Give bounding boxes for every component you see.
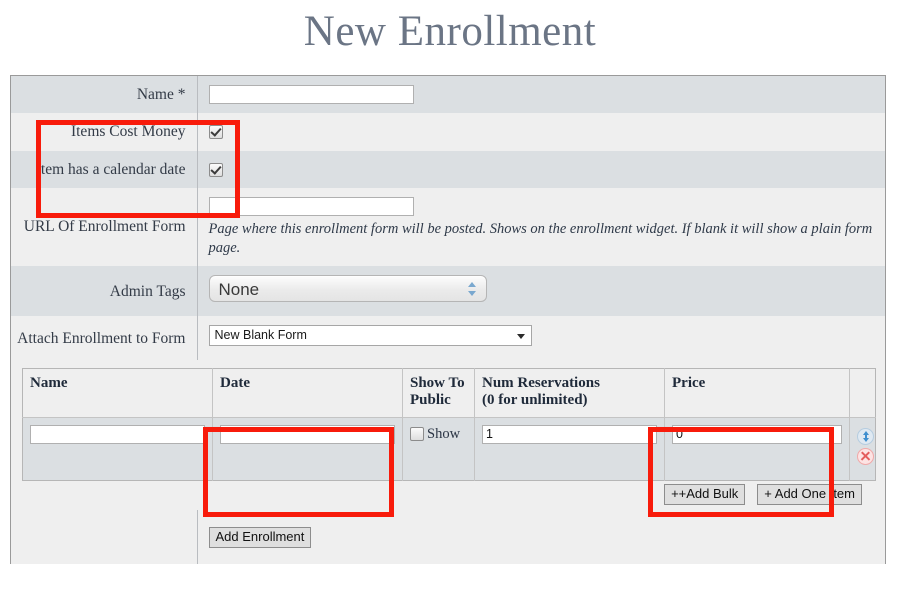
label-name: Name * <box>11 76 198 114</box>
form-row-calendar-date: Item has a calendar date <box>11 150 885 189</box>
table-row: Show <box>22 416 876 481</box>
item-name-input[interactable] <box>30 424 205 444</box>
items-cost-money-checkbox[interactable] <box>208 125 223 140</box>
enrollment-form-panel: Name * Items Cost Money Item has a calen… <box>10 75 886 565</box>
item-cell-num-reservations <box>474 416 665 481</box>
attach-form-selected-value: New Blank Form <box>214 328 307 343</box>
add-bulk-button[interactable]: ++Add Bulk <box>664 483 746 505</box>
items-header-actions <box>849 368 876 418</box>
move-item-icon[interactable] <box>857 427 874 445</box>
field-submit: Add Enrollment <box>197 510 885 564</box>
admin-tags-select[interactable]: None <box>208 275 487 303</box>
label-calendar-date: Item has a calendar date <box>11 150 198 189</box>
field-items-cost-money <box>197 113 885 150</box>
field-name <box>197 76 885 113</box>
enrollment-form-table: Name * Items Cost Money Item has a calen… <box>11 76 885 565</box>
page-title: New Enrollment <box>303 8 597 55</box>
item-cell-show: Show <box>402 416 475 481</box>
items-header-name: Name <box>22 368 213 418</box>
item-cell-name <box>22 416 213 481</box>
form-row-admin-tags: Admin Tags None <box>11 266 885 317</box>
item-cell-price <box>664 416 850 481</box>
item-date-input[interactable] <box>220 424 395 444</box>
item-cell-date <box>212 416 403 481</box>
label-attach-form: Attach Enrollment to Form <box>11 316 198 361</box>
item-cell-actions <box>849 416 876 481</box>
items-table: Name Date Show To Public Num Reservation… <box>22 368 876 481</box>
items-header-date: Date <box>212 368 403 418</box>
field-attach-form: New Blank Form <box>197 316 885 360</box>
item-show-label: Show <box>427 425 461 442</box>
field-url: Page where this enrollment form will be … <box>197 188 885 266</box>
form-row-items-table: Name Date Show To Public Num Reservation… <box>11 360 885 511</box>
add-one-item-button[interactable]: + Add One Item <box>757 483 862 505</box>
items-header-price: Price <box>664 368 850 418</box>
item-num-reservations-input[interactable] <box>482 424 657 444</box>
name-input[interactable] <box>208 85 414 105</box>
items-header-num-line1: Num Reservations <box>482 375 600 392</box>
add-enrollment-button[interactable]: Add Enrollment <box>208 526 312 548</box>
url-helper-text: Page where this enrollment form will be … <box>208 221 873 256</box>
items-header-show-to-public: Show To Public <box>402 368 475 418</box>
calendar-date-checkbox[interactable] <box>208 162 223 177</box>
updown-chevron-icon <box>467 282 477 297</box>
form-row-url: URL Of Enrollment Form Page where this e… <box>11 188 885 267</box>
item-price-input[interactable] <box>672 424 842 444</box>
items-table-container: Name Date Show To Public Num Reservation… <box>11 360 885 510</box>
items-table-header-row: Name Date Show To Public Num Reservation… <box>22 368 876 418</box>
items-header-num-reservations: Num Reservations (0 for unlimited) <box>474 368 665 418</box>
add-row-button-group: ++Add Bulk + Add One Item <box>22 480 874 510</box>
form-row-submit: Add Enrollment <box>11 510 885 565</box>
item-show-to-public-toggle[interactable]: Show <box>410 426 460 442</box>
form-row-attach-form: Attach Enrollment to Form New Blank Form <box>11 316 885 361</box>
label-items-cost-money: Items Cost Money <box>11 113 198 151</box>
delete-item-icon[interactable] <box>857 447 874 465</box>
item-show-checkbox[interactable] <box>410 427 424 442</box>
items-header-show-line2: Public <box>410 392 451 409</box>
field-calendar-date <box>197 151 885 188</box>
url-input[interactable] <box>208 197 414 217</box>
admin-tags-selected-value: None <box>218 280 260 300</box>
label-admin-tags: Admin Tags <box>11 266 198 317</box>
form-row-name: Name * <box>11 76 885 114</box>
field-admin-tags: None <box>197 266 885 316</box>
label-submit-spacer <box>11 510 198 565</box>
chevron-down-icon <box>516 334 525 340</box>
attach-form-select[interactable]: New Blank Form <box>208 325 532 347</box>
label-url: URL Of Enrollment Form <box>11 188 198 267</box>
items-header-show-line1: Show To <box>410 375 465 392</box>
items-header-num-line2: (0 for unlimited) <box>482 392 588 409</box>
form-row-items-cost-money: Items Cost Money <box>11 113 885 151</box>
